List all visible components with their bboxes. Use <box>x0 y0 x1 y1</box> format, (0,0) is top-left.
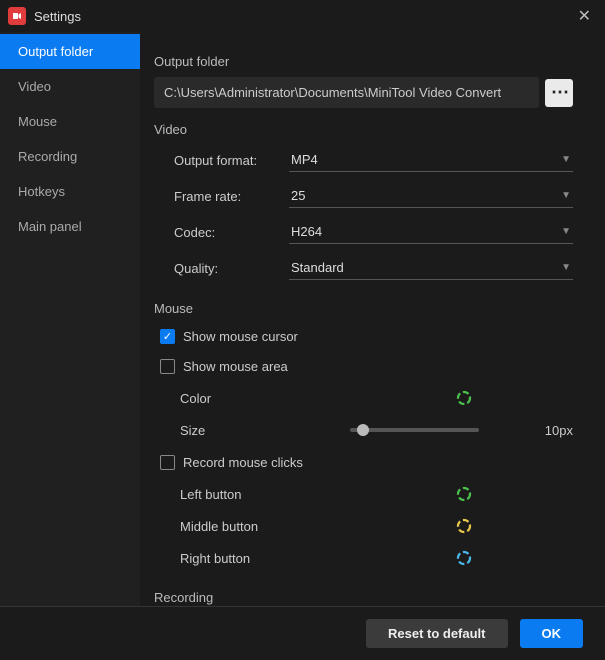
mouse-area-size-label: Size <box>180 423 320 438</box>
mouse-area-size-value: 10px <box>519 423 573 438</box>
window-title: Settings <box>34 9 572 24</box>
mouse-area-color-picker[interactable] <box>455 389 473 407</box>
quality-label: Quality: <box>174 261 289 276</box>
output-format-dropdown[interactable]: MP4 ▼ <box>289 148 573 172</box>
titlebar: Settings ✕ <box>0 0 605 32</box>
frame-rate-dropdown[interactable]: 25 ▼ <box>289 184 573 208</box>
chevron-down-icon: ▼ <box>561 190 571 201</box>
content-scroll[interactable]: Output folder ⋯ Video Output format: MP4… <box>140 32 597 606</box>
middle-button-label: Middle button <box>180 519 320 534</box>
chevron-down-icon: ▼ <box>561 226 571 237</box>
show-area-checkbox[interactable] <box>160 359 175 374</box>
right-button-label: Right button <box>180 551 320 566</box>
output-path-input[interactable] <box>154 77 539 108</box>
record-clicks-checkbox[interactable] <box>160 455 175 470</box>
chevron-down-icon: ▼ <box>561 262 571 273</box>
sidebar-item-hotkeys[interactable]: Hotkeys <box>0 174 140 209</box>
sidebar-item-output-folder[interactable]: Output folder <box>0 34 140 69</box>
record-clicks-label: Record mouse clicks <box>183 455 303 470</box>
output-format-label: Output format: <box>174 153 289 168</box>
mouse-area-size-slider[interactable] <box>350 420 479 440</box>
mouse-area-color-label: Color <box>180 391 320 406</box>
ok-button[interactable]: OK <box>520 619 584 648</box>
quality-dropdown[interactable]: Standard ▼ <box>289 256 573 280</box>
close-button[interactable]: ✕ <box>572 6 597 26</box>
section-output-folder: Output folder <box>154 54 573 69</box>
section-mouse: Mouse <box>154 301 573 316</box>
browse-button[interactable]: ⋯ <box>545 79 573 107</box>
app-icon <box>8 7 26 25</box>
settings-window: Settings ✕ Output folder Video Mouse Rec… <box>0 0 605 660</box>
codec-label: Codec: <box>174 225 289 240</box>
sidebar: Output folder Video Mouse Recording Hotk… <box>0 32 140 606</box>
sidebar-item-recording[interactable]: Recording <box>0 139 140 174</box>
footer: Reset to default OK <box>0 606 605 660</box>
right-button-color-picker[interactable] <box>455 549 473 567</box>
body: Output folder Video Mouse Recording Hotk… <box>0 32 605 606</box>
codec-dropdown[interactable]: H264 ▼ <box>289 220 573 244</box>
show-cursor-label: Show mouse cursor <box>183 329 298 344</box>
section-video: Video <box>154 122 573 137</box>
reset-button[interactable]: Reset to default <box>366 619 508 648</box>
section-recording: Recording <box>154 590 573 605</box>
show-cursor-checkbox[interactable] <box>160 329 175 344</box>
chevron-down-icon: ▼ <box>561 154 571 165</box>
sidebar-item-mouse[interactable]: Mouse <box>0 104 140 139</box>
left-button-color-picker[interactable] <box>455 485 473 503</box>
show-area-label: Show mouse area <box>183 359 288 374</box>
sidebar-item-main-panel[interactable]: Main panel <box>0 209 140 244</box>
left-button-label: Left button <box>180 487 320 502</box>
sidebar-item-video[interactable]: Video <box>0 69 140 104</box>
middle-button-color-picker[interactable] <box>455 517 473 535</box>
frame-rate-label: Frame rate: <box>174 189 289 204</box>
